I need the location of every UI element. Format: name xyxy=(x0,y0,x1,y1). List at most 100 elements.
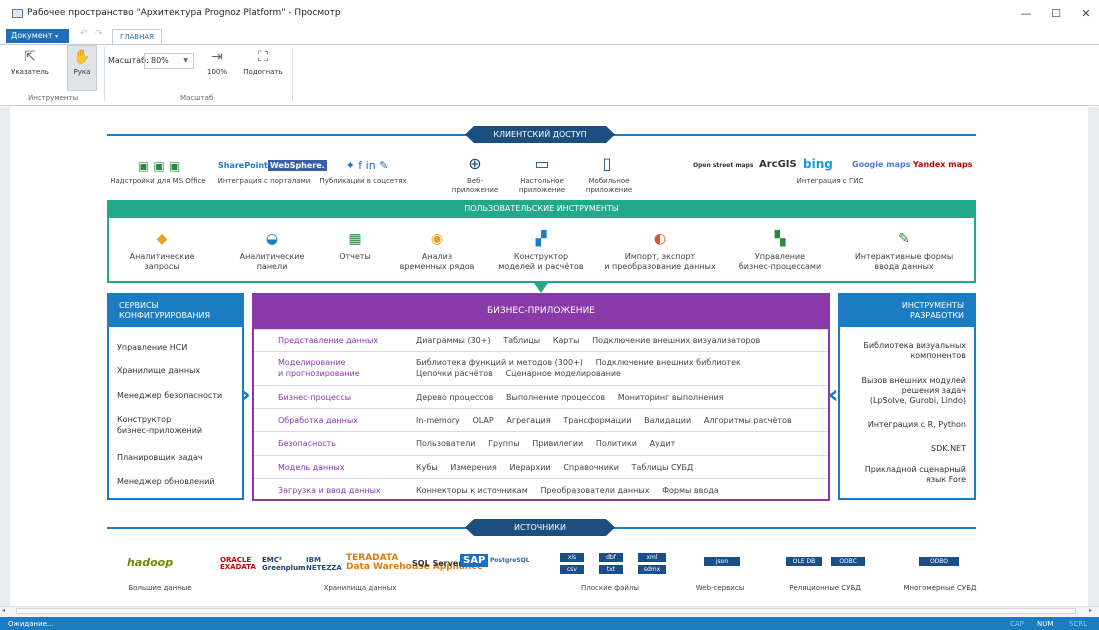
config-item[interactable]: Планировщик задач xyxy=(117,452,242,463)
ms-office-icon: ▣ ▣ ▣ xyxy=(137,159,181,173)
business-row[interactable]: Обработка данных In-memory OLAP Агрегаци… xyxy=(254,408,828,430)
client-item-office: Надстройки для MS Office xyxy=(110,177,206,185)
dev-item[interactable]: Вызов внешних модулей решения задач (LpS… xyxy=(841,376,966,406)
business-row[interactable]: Моделирование и прогнозирование Библиоте… xyxy=(254,351,828,385)
business-row-value: Пользователи Группы Привилегии Политики … xyxy=(416,439,676,448)
business-row-name: Обработка данных xyxy=(278,416,358,425)
business-row[interactable]: Безопасность Пользователи Группы Привиле… xyxy=(254,431,828,453)
config-services-header: СЕРВИСЫ КОНФИГУРИРОВАНИЯ xyxy=(109,295,242,327)
pointer-button[interactable]: ⇱ Указатель xyxy=(8,49,52,76)
business-row[interactable]: Представление данных Диаграммы (30+) Таб… xyxy=(254,329,828,351)
file-chip: xls xyxy=(560,553,584,562)
tool-import-export[interactable]: ◐ Импорт, экспорт и преобразование данных xyxy=(598,231,722,272)
tab-main[interactable]: ГЛАВНАЯ xyxy=(112,29,162,44)
config-item[interactable]: Менеджер обновлений xyxy=(117,476,242,487)
globe-icon: ⊕ xyxy=(468,154,482,173)
fit-icon: ⛶ xyxy=(258,49,268,65)
client-item-portals: Интеграция с порталами xyxy=(217,177,311,185)
undo-icon[interactable]: ↶ xyxy=(80,29,88,39)
sources-banner: ИСТОЧНИКИ xyxy=(465,519,615,536)
file-chip: xml xyxy=(638,553,666,562)
scrl-indicator: SCRL xyxy=(1069,620,1088,628)
dev-item[interactable]: Библиотека визуальных компонентов xyxy=(841,341,966,361)
business-row-value: Кубы Измерения Иерархии Справочники Табл… xyxy=(416,463,694,472)
chevron-down-icon: ▼ xyxy=(183,57,188,64)
emc-logo: EMC² Greenplum xyxy=(262,556,306,572)
tool-reports[interactable]: ▦ Отчеты xyxy=(315,231,395,262)
file-chip: sdmx xyxy=(638,565,666,574)
config-item[interactable]: Управление НСИ xyxy=(117,342,242,353)
client-item-web: Веб- приложение xyxy=(451,177,499,194)
fit-button[interactable]: ⛶ Подогнать xyxy=(240,49,286,76)
mobile-icon: ▯ xyxy=(602,154,612,173)
zoom-label: Масштаб: xyxy=(108,56,149,65)
oracle-logo: ORACLE EXADATA xyxy=(220,556,256,571)
tool-analytic-queries[interactable]: ◆ Аналитические запросы xyxy=(112,231,212,272)
page-arrow-icon: ⇥ xyxy=(211,49,223,65)
business-row-value: Дерево процессов Выполнение процессов Мо… xyxy=(416,393,724,402)
num-indicator: NUM xyxy=(1037,620,1054,628)
file-chip: txt xyxy=(599,565,623,574)
tool-label: Импорт, экспорт и преобразование данных xyxy=(604,252,716,271)
app-icon xyxy=(12,9,23,18)
user-tools-header: ПОЛЬЗОВАТЕЛЬСКИЕ ИНСТРУМЕНТЫ xyxy=(107,200,976,218)
scroll-right-icon[interactable]: ▸ xyxy=(1089,607,1092,614)
zoom-100-button[interactable]: ⇥ 100% xyxy=(203,49,231,76)
business-row[interactable]: Бизнес-процессы Дерево процессов Выполне… xyxy=(254,385,828,407)
tool-time-series[interactable]: ◉ Анализ временных рядов xyxy=(397,231,477,272)
redo-icon[interactable]: ↷ xyxy=(95,29,103,39)
scrollbar-thumb[interactable] xyxy=(16,608,1076,614)
tool-label: Управление бизнес-процессами xyxy=(738,252,822,271)
dev-item[interactable]: SDK.NET xyxy=(841,444,966,454)
business-row-value: Диаграммы (30+) Таблицы Карты Подключени… xyxy=(416,336,761,345)
dev-item[interactable]: Интеграция с R, Python xyxy=(841,420,966,430)
config-item[interactable]: Хранилище данных xyxy=(117,365,242,376)
close-button[interactable]: ✕ xyxy=(1078,8,1094,20)
scroll-left-icon[interactable]: ◂ xyxy=(2,607,5,614)
tool-label: Анализ временных рядов xyxy=(399,252,475,271)
window-title: Рабочее пространство "Архитектура Progno… xyxy=(27,8,341,18)
zoom-select[interactable]: 80% ▼ xyxy=(144,53,194,69)
cursor-icon: ⇱ xyxy=(24,49,36,65)
hand-button[interactable]: ✋ Рука xyxy=(67,49,97,76)
bing-logo: bing xyxy=(803,157,833,171)
business-row[interactable]: Модель данных Кубы Измерения Иерархии Сп… xyxy=(254,455,828,477)
cap-indicator: CAP xyxy=(1010,620,1024,628)
menu-bar xyxy=(0,28,1099,44)
client-item-mobile: Мобильное приложение xyxy=(585,177,633,194)
tool-input-forms[interactable]: ✎ Интерактивные формы ввода данных xyxy=(848,231,960,272)
config-item[interactable]: Менеджер безопасности xyxy=(117,390,242,401)
tool-label: Конструктор моделей и расчётов xyxy=(498,252,584,271)
olap-chip: ODBO xyxy=(919,557,959,566)
minimize-button[interactable]: — xyxy=(1018,8,1034,20)
source-label: Многомерные СУБД xyxy=(903,584,977,592)
maximize-button[interactable]: ☐ xyxy=(1048,8,1064,20)
app-window: Рабочее пространство "Архитектура Progno… xyxy=(0,0,1099,630)
config-item[interactable]: Конструктор бизнес-приложений xyxy=(117,414,242,436)
tool-business-processes[interactable]: ▚ Управление бизнес-процессами xyxy=(730,231,830,272)
rel-chip: ODBC xyxy=(831,557,865,566)
title-bar: Рабочее пространство "Архитектура Progno… xyxy=(0,0,1099,28)
sap-logo: SAP xyxy=(460,554,489,567)
clock-icon: ◉ xyxy=(430,231,444,247)
file-chip: dbf xyxy=(599,553,623,562)
business-row-name: Моделирование и прогнозирование xyxy=(278,358,360,378)
tool-analytic-panels[interactable]: ◒ Аналитические панели xyxy=(222,231,322,272)
business-row-value: In-memory OLAP Агрегация Трансформации В… xyxy=(416,416,792,425)
blocks-icon: ▞ xyxy=(535,231,547,247)
client-item-gis: Интеграция с ГИС xyxy=(796,177,864,185)
rel-chip: OLE DB xyxy=(786,557,822,566)
business-row-name: Бизнес-процессы xyxy=(278,393,352,402)
source-label: Большие данные xyxy=(128,584,192,592)
client-access-banner: КЛИЕНТСКИЙ ДОСТУП xyxy=(465,126,615,143)
group-zoom-label: Масштаб xyxy=(180,94,214,102)
hand-icon: ✋ xyxy=(73,49,91,65)
web-chip: json xyxy=(704,557,740,566)
zoom-value: 80% xyxy=(151,56,169,65)
tool-model-builder[interactable]: ▞ Конструктор моделей и расчётов xyxy=(486,231,596,272)
group-tools-label: Инструменты xyxy=(28,94,79,102)
business-row[interactable]: Загрузка и ввод данных Коннекторы к исто… xyxy=(254,478,828,500)
document-menu-button[interactable]: Документ ▾ xyxy=(6,29,69,43)
dev-item[interactable]: Прикладной сценарный язык Fore xyxy=(841,465,966,485)
report-icon: ▦ xyxy=(348,231,362,247)
